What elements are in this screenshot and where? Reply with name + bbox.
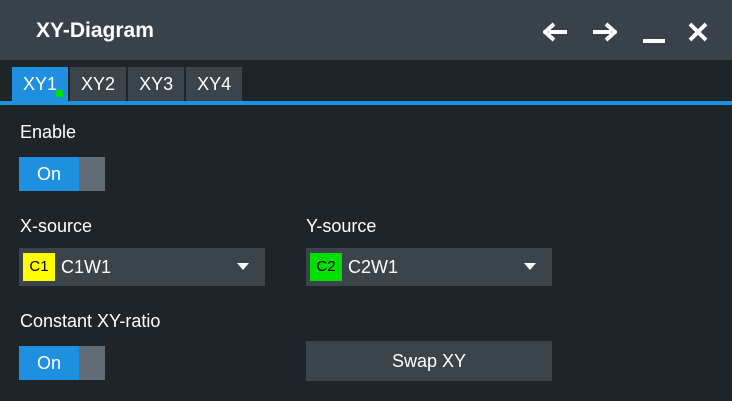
chevron-down-icon xyxy=(237,263,249,270)
dialog-title: XY-Diagram xyxy=(36,19,154,42)
constant-xy-ratio-label: Constant XY-ratio xyxy=(20,311,161,331)
x-source-channel-badge: C1 xyxy=(23,253,55,281)
swap-xy-button[interactable]: Swap XY xyxy=(306,341,552,381)
constant-xy-ratio-state: On xyxy=(19,346,79,380)
toggle-knob xyxy=(79,346,105,380)
tab-xy4[interactable]: XY4 xyxy=(186,67,243,101)
enable-label: Enable xyxy=(20,122,77,142)
tab-label: XY3 xyxy=(139,74,174,94)
tab-label: XY4 xyxy=(197,74,232,94)
enable-toggle-state: On xyxy=(19,157,79,191)
arrow-left-icon xyxy=(543,22,567,42)
title-bar: XY-Diagram xyxy=(0,0,732,60)
toggle-knob xyxy=(79,157,105,191)
x-source-label: X-source xyxy=(20,216,93,236)
tab-underline xyxy=(0,101,732,105)
x-source-select[interactable]: C1 C1W1 xyxy=(19,248,265,286)
y-source-select[interactable]: C2 C2W1 xyxy=(306,248,552,286)
tab-bar: XY1 XY2 XY3 XY4 xyxy=(12,67,244,101)
back-button[interactable] xyxy=(538,14,574,50)
enable-toggle[interactable]: On xyxy=(19,157,105,191)
xy-diagram-dialog: XY-Diagram XY1 XY2 XY3 XY4 Enable On X-s… xyxy=(0,0,732,401)
constant-xy-ratio-toggle[interactable]: On xyxy=(19,346,105,380)
forward-button[interactable] xyxy=(586,14,622,50)
tab-label: XY1 xyxy=(23,74,58,94)
chevron-down-icon xyxy=(524,263,536,270)
tab-xy2[interactable]: XY2 xyxy=(70,67,127,101)
tab-xy1[interactable]: XY1 xyxy=(12,67,69,101)
tab-xy3[interactable]: XY3 xyxy=(128,67,185,101)
tab-label: XY2 xyxy=(81,74,116,94)
minimize-button[interactable] xyxy=(636,14,672,50)
close-icon xyxy=(688,22,708,42)
status-dot-icon xyxy=(56,90,64,97)
x-source-value: C1W1 xyxy=(61,257,112,277)
minimize-icon xyxy=(643,39,665,43)
y-source-channel-badge: C2 xyxy=(310,253,342,281)
close-button[interactable] xyxy=(680,14,716,50)
y-source-value: C2W1 xyxy=(348,257,399,277)
y-source-label: Y-source xyxy=(306,216,377,236)
arrow-right-icon xyxy=(593,22,617,42)
